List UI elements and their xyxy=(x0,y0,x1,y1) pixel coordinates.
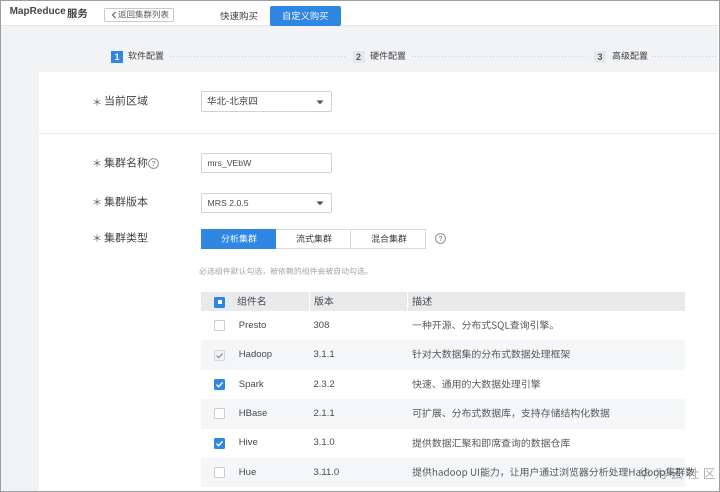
svg-text:?: ? xyxy=(151,159,155,168)
svg-text:?: ? xyxy=(438,234,442,243)
